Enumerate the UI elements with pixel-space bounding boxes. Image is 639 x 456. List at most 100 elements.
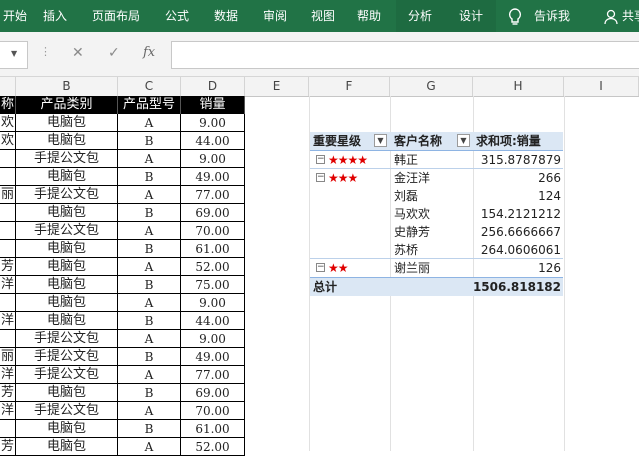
pivot-total-row[interactable]: 总计 1506.818182	[310, 277, 563, 296]
table-header-cell[interactable]: 产品型号	[118, 96, 181, 114]
collapse-icon[interactable]: −	[316, 155, 325, 164]
pivot-row[interactable]: 马欢欢 154.2121212	[310, 205, 563, 223]
tab-insert[interactable]: 插入	[43, 0, 67, 32]
pivot-header-customer[interactable]: 客户名称	[394, 132, 442, 150]
table-cell[interactable]: 电脑包	[16, 384, 118, 402]
tab-data[interactable]: 数据	[214, 0, 238, 32]
table-header-cell[interactable]: 销量	[181, 96, 245, 114]
table-cell[interactable]: A	[118, 402, 181, 420]
table-cell[interactable]: A	[118, 150, 181, 168]
table-cell[interactable]: 52.00	[181, 438, 245, 456]
pivot-row[interactable]: − ★★★ 金汪洋 266	[310, 169, 563, 187]
table-cell[interactable]: 欢	[0, 132, 16, 150]
pivot-row[interactable]: 史静芳 256.6666667	[310, 223, 563, 241]
table-cell[interactable]: 芳	[0, 384, 16, 402]
table-cell[interactable]: 9.00	[181, 114, 245, 132]
tell-me-box[interactable]: 告诉我	[534, 0, 570, 32]
table-cell[interactable]: 丽	[0, 348, 16, 366]
table-cell[interactable]	[0, 294, 16, 312]
table-cell[interactable]: B	[118, 348, 181, 366]
table-cell[interactable]: A	[118, 366, 181, 384]
table-cell[interactable]: 手提公文包	[16, 222, 118, 240]
table-cell[interactable]: 手提公文包	[16, 402, 118, 420]
column-header-h[interactable]: H	[473, 77, 564, 96]
table-cell[interactable]: B	[118, 276, 181, 294]
tab-help[interactable]: 帮助	[357, 0, 381, 32]
table-cell[interactable]: 9.00	[181, 330, 245, 348]
table-cell[interactable]: 77.00	[181, 366, 245, 384]
table-header-cell[interactable]: 产品类别	[16, 96, 118, 114]
table-cell[interactable]: 61.00	[181, 420, 245, 438]
worksheet-grid[interactable]: 称 产品类别 产品型号 销量 欢电脑包 A 9.00 欢电脑包 B 44.00 手提公文包 A…	[0, 96, 639, 456]
table-cell[interactable]: 电脑包	[16, 114, 118, 132]
column-header-b[interactable]: B	[16, 77, 118, 96]
table-cell[interactable]	[0, 330, 16, 348]
table-cell[interactable]: 49.00	[181, 168, 245, 186]
table-cell[interactable]: A	[118, 330, 181, 348]
pivot-header-sum[interactable]: 求和项:销量	[476, 132, 541, 150]
table-cell[interactable]: 44.00	[181, 132, 245, 150]
pivot-row[interactable]: − ★★ 谢兰丽 126	[310, 259, 563, 277]
table-cell[interactable]: 61.00	[181, 240, 245, 258]
tab-formulas[interactable]: 公式	[165, 0, 189, 32]
table-cell[interactable]: 49.00	[181, 348, 245, 366]
table-cell[interactable]: 电脑包	[16, 132, 118, 150]
table-cell[interactable]: A	[118, 186, 181, 204]
table-cell[interactable]: 手提公文包	[16, 330, 118, 348]
pivot-row[interactable]: 苏桥 264.0606061	[310, 241, 563, 259]
user-icon[interactable]	[604, 0, 618, 32]
table-cell[interactable]	[0, 240, 16, 258]
table-cell[interactable]: 电脑包	[16, 240, 118, 258]
column-header-e[interactable]: E	[245, 77, 309, 96]
table-cell[interactable]: A	[118, 294, 181, 312]
table-cell[interactable]	[0, 168, 16, 186]
table-cell[interactable]: A	[118, 222, 181, 240]
column-header-f[interactable]: F	[309, 77, 390, 96]
table-cell[interactable]	[0, 420, 16, 438]
filter-dropdown-icon[interactable]: ▼	[374, 134, 387, 147]
name-box[interactable]: ▼	[0, 41, 28, 69]
table-cell[interactable]: 洋	[0, 312, 16, 330]
column-header-a[interactable]	[0, 77, 16, 96]
table-cell[interactable]: B	[118, 168, 181, 186]
tab-page-layout[interactable]: 页面布局	[92, 0, 140, 32]
table-cell[interactable]: 69.00	[181, 384, 245, 402]
tab-home[interactable]: 开始	[3, 0, 27, 32]
table-cell[interactable]: 电脑包	[16, 438, 118, 456]
collapse-icon[interactable]: −	[316, 263, 325, 272]
table-cell[interactable]: 洋	[0, 276, 16, 294]
column-header-d[interactable]: D	[181, 77, 245, 96]
table-cell[interactable]: 9.00	[181, 150, 245, 168]
table-cell[interactable]: 电脑包	[16, 312, 118, 330]
table-cell[interactable]: A	[118, 114, 181, 132]
table-cell[interactable]: 洋	[0, 402, 16, 420]
function-icon[interactable]: fx	[143, 45, 155, 60]
table-cell[interactable]: 69.00	[181, 204, 245, 222]
table-cell[interactable]: A	[118, 438, 181, 456]
tab-analyze[interactable]: 分析	[408, 0, 432, 32]
pivot-header-star[interactable]: 重要星级	[313, 132, 361, 150]
table-cell[interactable]: A	[118, 258, 181, 276]
formula-input[interactable]	[171, 41, 639, 69]
pivot-row[interactable]: − ★★★★ 韩正 315.8787879	[310, 151, 563, 169]
table-cell[interactable]: 洋	[0, 366, 16, 384]
enter-icon[interactable]: ✓	[108, 45, 120, 61]
table-cell[interactable]: 电脑包	[16, 294, 118, 312]
tab-design[interactable]: 设计	[459, 0, 483, 32]
table-cell[interactable]	[0, 150, 16, 168]
table-cell[interactable]: 44.00	[181, 312, 245, 330]
pivot-row[interactable]: 刘磊 124	[310, 187, 563, 205]
table-cell[interactable]: 电脑包	[16, 168, 118, 186]
table-cell[interactable]	[0, 204, 16, 222]
cancel-icon[interactable]: ✕	[72, 45, 84, 61]
table-cell[interactable]: 52.00	[181, 258, 245, 276]
table-cell[interactable]: 电脑包	[16, 420, 118, 438]
table-cell[interactable]: 手提公文包	[16, 186, 118, 204]
table-cell[interactable]: B	[118, 204, 181, 222]
table-cell[interactable]: B	[118, 420, 181, 438]
collapse-icon[interactable]: −	[316, 173, 325, 182]
column-header-i[interactable]: I	[564, 77, 639, 96]
table-cell[interactable]: 电脑包	[16, 204, 118, 222]
table-cell[interactable]: B	[118, 384, 181, 402]
table-cell[interactable]: B	[118, 312, 181, 330]
